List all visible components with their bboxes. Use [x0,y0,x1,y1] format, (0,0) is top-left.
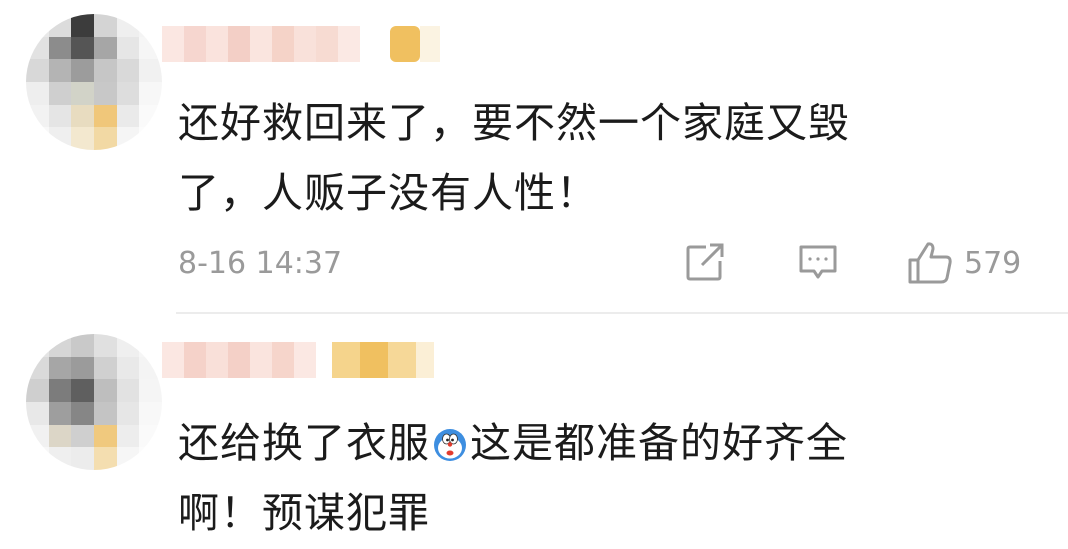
comment-text: 还给换了衣服 这是都准备的好齐全 啊！预谋犯罪 [178,408,978,548]
doraemon-emoji [432,414,468,461]
share-button[interactable] [682,240,726,286]
comment-text: 还好救回来了，要不然一个家庭又毁 了，人贩子没有人性！ [178,88,978,228]
timestamp: 8-16 14:37 [178,246,343,281]
comment-line: 还给换了衣服 这是都准备的好齐全 [178,408,978,478]
avatar[interactable] [26,334,162,470]
avatar[interactable] [26,14,162,150]
comment-segment: 这是都准备的好齐全 [470,419,848,467]
comment-line: 啊！预谋犯罪 [178,489,430,537]
comment-line: 了，人贩子没有人性！ [178,169,598,217]
comment-item: 还给换了衣服 这是都准备的好齐全 啊！预谋犯罪 [0,320,1068,549]
reply-button[interactable] [796,240,840,286]
username[interactable] [162,342,434,378]
divider [176,312,1068,314]
thumbs-up-icon [906,240,954,286]
share-icon [682,241,726,285]
username[interactable] [162,26,440,62]
comment-icon [796,241,840,285]
comment-segment: 还给换了衣服 [178,419,430,467]
like-count: 579 [964,245,1022,281]
like-button[interactable]: 579 [906,240,1021,286]
comment-item: 还好救回来了，要不然一个家庭又毁 了，人贩子没有人性！ 8-16 14:37 5… [0,0,1068,314]
comment-line: 还好救回来了，要不然一个家庭又毁 [178,99,850,147]
